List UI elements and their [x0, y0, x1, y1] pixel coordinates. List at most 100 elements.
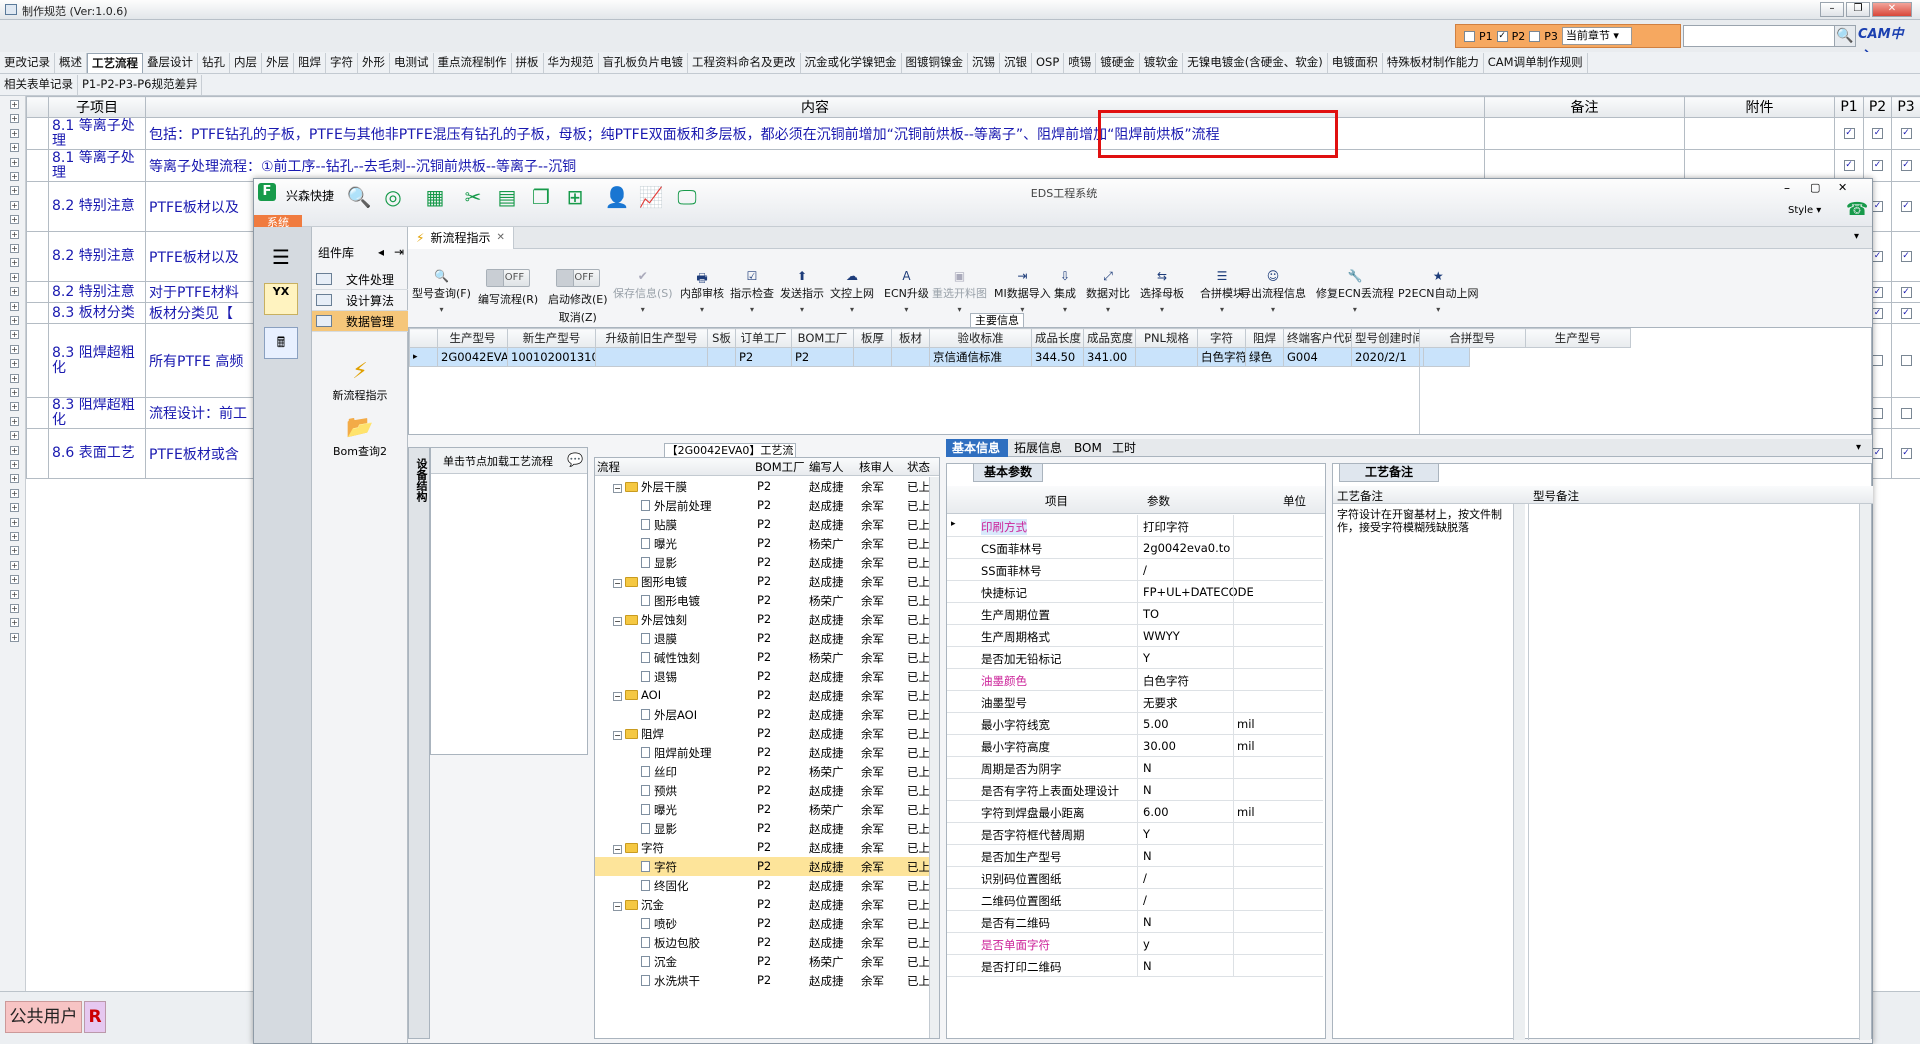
param-row[interactable]: 油墨型号 无要求 [947, 691, 1323, 713]
tree-col-reviewer[interactable]: 核审人 [859, 459, 894, 475]
param-value[interactable]: 5.00 [1143, 717, 1169, 731]
param-row[interactable]: 油墨颜色 白色字符 [947, 669, 1323, 691]
expand-icon[interactable]: + [10, 560, 19, 570]
param-row[interactable]: 是否有二维码 N [947, 911, 1323, 933]
notes-scrollbar[interactable] [1513, 504, 1525, 1040]
tab-0[interactable]: 更改记录 [0, 53, 55, 73]
collapse-icon[interactable]: − [613, 579, 622, 588]
tab-15[interactable]: 工程资料命名及更改 [688, 53, 801, 73]
ribbon-button-4[interactable]: 🖶 内部审核 ▾ [680, 269, 724, 314]
row-sub-item[interactable]: 8.2 特别注意 [48, 281, 146, 303]
param-value[interactable]: TO [1143, 607, 1159, 621]
p3-checkbox[interactable] [1900, 355, 1912, 366]
p2-checkbox[interactable] [1872, 407, 1883, 419]
row-sub-item[interactable]: 8.2 特别注意 [48, 231, 146, 282]
component-item-2[interactable]: 数据管理 [312, 311, 408, 332]
param-value[interactable]: Y [1143, 651, 1150, 665]
tree-node[interactable]: 终固化 P2 赵成捷 余军 已上网 [595, 876, 939, 895]
info-col-header[interactable]: BOM工厂 [791, 328, 854, 348]
tab-21[interactable]: 喷锡 [1064, 53, 1097, 73]
info-cell[interactable]: P2 [735, 347, 792, 367]
p2-checkbox[interactable]: ✓ [1872, 201, 1883, 212]
tree-node[interactable]: − AOI P2 赵成捷 余军 已上网 [595, 686, 939, 705]
eds-maximize-button[interactable]: ▢ [1810, 181, 1820, 194]
p3-checkbox[interactable]: ✓ [1900, 160, 1912, 171]
param-row[interactable]: 生产周期位置 TO [947, 603, 1323, 625]
tab-1[interactable]: 概述 [55, 53, 87, 73]
expand-icon[interactable]: + [10, 172, 19, 181]
collapse-icon[interactable]: − [613, 902, 622, 911]
tab-12[interactable]: 拼板 [512, 53, 544, 73]
tab-22[interactable]: 镀硬金 [1096, 53, 1140, 73]
tree-scrollbar[interactable] [929, 477, 939, 1038]
tree-node[interactable]: 曝光 P2 杨荣广 余军 已上网 [595, 534, 939, 553]
param-value[interactable]: 白色字符 [1143, 673, 1189, 689]
tree-node[interactable]: 沉金 P2 杨荣广 余军 已上网 [595, 952, 939, 971]
dropdown-arrow-icon[interactable]: ▾ [1086, 305, 1130, 314]
param-value[interactable]: N [1143, 915, 1152, 929]
p2-checkbox[interactable]: ✓ [1872, 448, 1883, 459]
dropdown-arrow-icon[interactable]: ▾ [1316, 305, 1394, 314]
search-icon[interactable]: 🔍 [1834, 25, 1856, 47]
ribbon-button-11[interactable]: ⇩ 集成 ▾ [1054, 269, 1076, 314]
param-col-value[interactable]: 参数 [1147, 493, 1170, 509]
tree-node[interactable]: 显影 P2 赵成捷 余军 已上网 [595, 819, 939, 838]
tab-new-process[interactable]: ⚡ 新流程指示 ✕ [408, 226, 514, 249]
collapse-arrow-icon[interactable]: ◂ [378, 245, 384, 259]
p2-checkbox[interactable] [1872, 355, 1883, 366]
p3-checkbox[interactable]: ✓ [1900, 448, 1912, 459]
tree-col-factory[interactable]: BOM工厂 [755, 459, 805, 475]
expand-icon[interactable]: + [10, 632, 19, 642]
param-value[interactable]: 打印字符 [1143, 519, 1189, 535]
param-row[interactable]: 快捷标记 FP+UL+DATECODE [947, 581, 1323, 603]
col-header-p2[interactable]: P2 [1863, 96, 1892, 118]
tree-node[interactable]: 阻焊前处理 P2 赵成捷 余军 已上网 [595, 743, 939, 762]
detail-tab-0[interactable]: 基本信息 [946, 439, 1008, 457]
row-remark[interactable] [1484, 149, 1685, 182]
expand-icon[interactable]: + [10, 244, 19, 253]
param-value[interactable]: 6.00 [1143, 805, 1169, 819]
info-col-header[interactable]: 终端客户代码 [1283, 328, 1352, 348]
toggle-switch[interactable]: OFF [486, 269, 531, 287]
expand-icon[interactable]: + [10, 488, 19, 498]
expand-icon[interactable]: + [10, 402, 19, 412]
dropdown-arrow-icon[interactable]: ▾ [412, 305, 471, 314]
phone-icon[interactable]: ☎ [1846, 199, 1868, 220]
style-menu[interactable]: Style ▾ [1788, 205, 1821, 216]
row-sub-item[interactable]: 8.3 板材分类 [48, 302, 146, 324]
info-col-header[interactable]: 型号创建时间 [1351, 328, 1424, 348]
load-hint-bar[interactable]: 单击节点加载工艺流程 💬 [431, 448, 587, 474]
info-cell[interactable]: 京信通信标准 [929, 347, 1032, 367]
calculator-icon[interactable]: 🖩 [264, 327, 298, 359]
param-value[interactable]: N [1143, 783, 1152, 797]
tab-27[interactable]: CAM调单制作规则 [1484, 53, 1588, 73]
close-button[interactable]: ✕ [1872, 2, 1912, 17]
p1-checkbox[interactable] [1464, 30, 1475, 42]
param-value[interactable]: y [1143, 937, 1150, 951]
close-tab-icon[interactable]: ✕ [496, 232, 504, 243]
dropdown-arrow-icon[interactable]: ▾ [1240, 305, 1306, 314]
tree-node[interactable]: − 阻焊 P2 赵成捷 余军 已上网 [595, 724, 939, 743]
tool-item-0[interactable]: ⚡ 新流程指示 [312, 355, 408, 411]
ribbon-button-5[interactable]: ☑ 指示检查 ▾ [730, 269, 774, 314]
tab-23[interactable]: 镀软金 [1140, 53, 1184, 73]
user-badge[interactable]: 公共用户 [5, 1001, 82, 1033]
info-cell[interactable]: G004 [1283, 347, 1352, 367]
param-value[interactable]: / [1143, 871, 1147, 885]
tree-node[interactable]: 板边包胶 P2 赵成捷 余军 已上网 [595, 933, 939, 952]
tree-node[interactable]: 退锡 P2 赵成捷 余军 已上网 [595, 667, 939, 686]
expand-icon[interactable]: + [10, 416, 19, 426]
merge-header-1[interactable]: 合拼型号 [1419, 328, 1526, 348]
tab-11[interactable]: 重点流程制作 [434, 53, 512, 73]
collapse-icon[interactable]: − [613, 692, 622, 701]
info-cell[interactable] [595, 347, 708, 367]
tree-node[interactable]: − 外层蚀刻 P2 赵成捷 余军 已上网 [595, 610, 939, 629]
param-value[interactable]: N [1143, 849, 1152, 863]
info-cell[interactable] [1135, 347, 1198, 367]
expand-icon[interactable]: + [10, 575, 19, 585]
info-col-header[interactable]: S板 [707, 328, 736, 348]
dropdown-arrow-icon[interactable]: ▾ [1140, 305, 1184, 314]
param-row[interactable]: 是否单面字符 y [947, 933, 1323, 955]
row-sub-item[interactable]: 8.1 等离子处理 [48, 149, 146, 182]
tree-col-process[interactable]: 流程 [597, 459, 620, 475]
